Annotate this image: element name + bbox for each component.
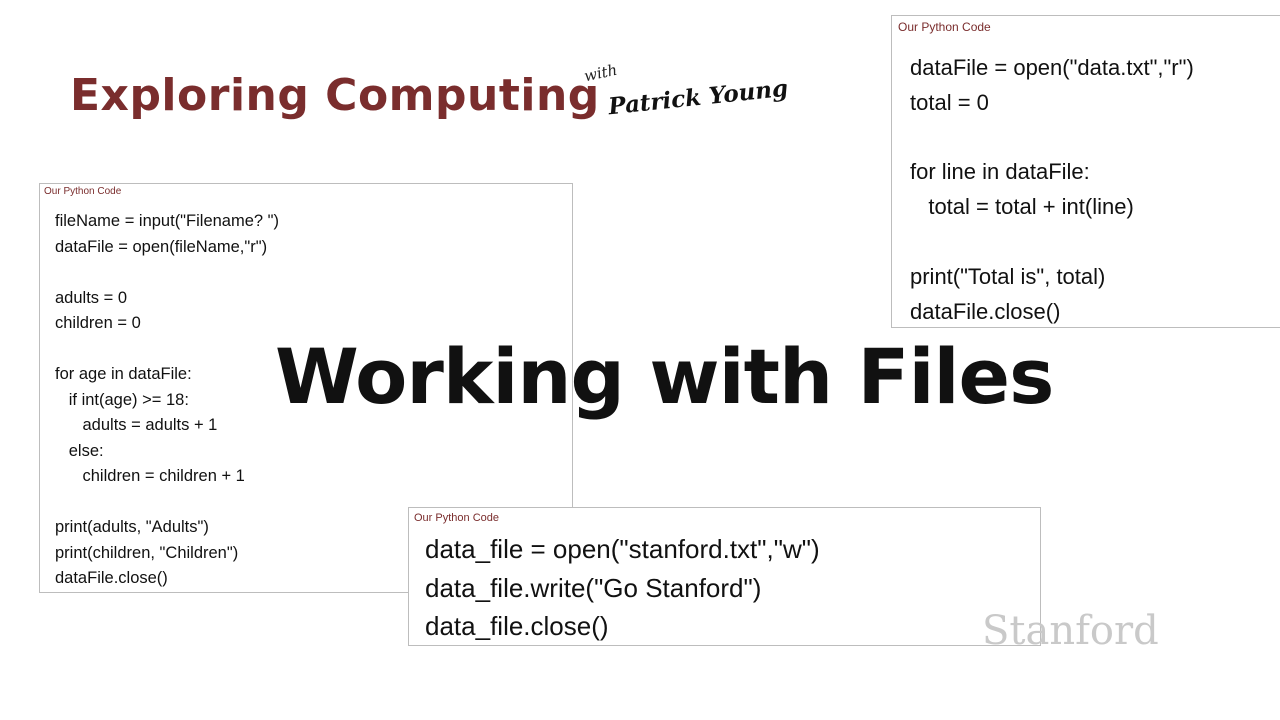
code-line: print("Total is", total) — [910, 263, 1106, 289]
series-title: Exploring Computing — [70, 70, 600, 121]
code-line: data_file.close() — [425, 611, 609, 641]
code-line: total = total + int(line) — [910, 194, 1134, 220]
code-line: dataFile = open("data.txt","r") — [910, 55, 1194, 80]
code-box-label: Our Python Code — [414, 512, 499, 524]
code-box-read-total: Our Python Code dataFile = open("data.tx… — [891, 15, 1280, 328]
code-listing: fileName = input("Filename? ") dataFile =… — [55, 209, 279, 592]
code-box-write-file: Our Python Code data_file = open("stanfo… — [408, 507, 1041, 646]
code-line: adults = adults + 1 — [55, 416, 218, 434]
code-line: for line in dataFile: — [910, 159, 1090, 185]
code-line: data_file.write("Go Stanford") — [425, 572, 762, 603]
code-line: if int(age) >= 18: — [55, 390, 189, 409]
code-line: total = 0 — [910, 89, 989, 115]
slide-title: Working with Files — [275, 332, 1054, 421]
code-listing: dataFile = open("data.txt","r") total = 0… — [910, 51, 1194, 329]
code-line: for age in dataFile: — [55, 365, 192, 383]
stanford-logo: Stanford — [982, 608, 1159, 654]
code-line: dataFile = open(fileName,"r") — [55, 237, 268, 256]
with-label: with — [582, 60, 619, 86]
code-line: print(children, "Children") — [55, 543, 239, 562]
code-box-label: Our Python Code — [898, 20, 991, 34]
code-box-label: Our Python Code — [44, 186, 122, 197]
code-line: adults = 0 — [55, 288, 128, 307]
code-line: fileName = input("Filename? ") — [55, 212, 280, 230]
code-line: else: — [55, 441, 104, 460]
code-line: data_file = open("stanford.txt","w") — [425, 534, 820, 564]
code-line: dataFile.close() — [910, 298, 1061, 324]
code-listing: data_file = open("stanford.txt","w") data… — [425, 530, 820, 646]
code-line: print(adults, "Adults") — [55, 518, 209, 536]
code-line: dataFile.close() — [55, 569, 168, 587]
code-line: children = children + 1 — [55, 467, 245, 485]
presenter-signature: Patrick Young — [607, 74, 790, 121]
code-line: children = 0 — [55, 314, 141, 332]
